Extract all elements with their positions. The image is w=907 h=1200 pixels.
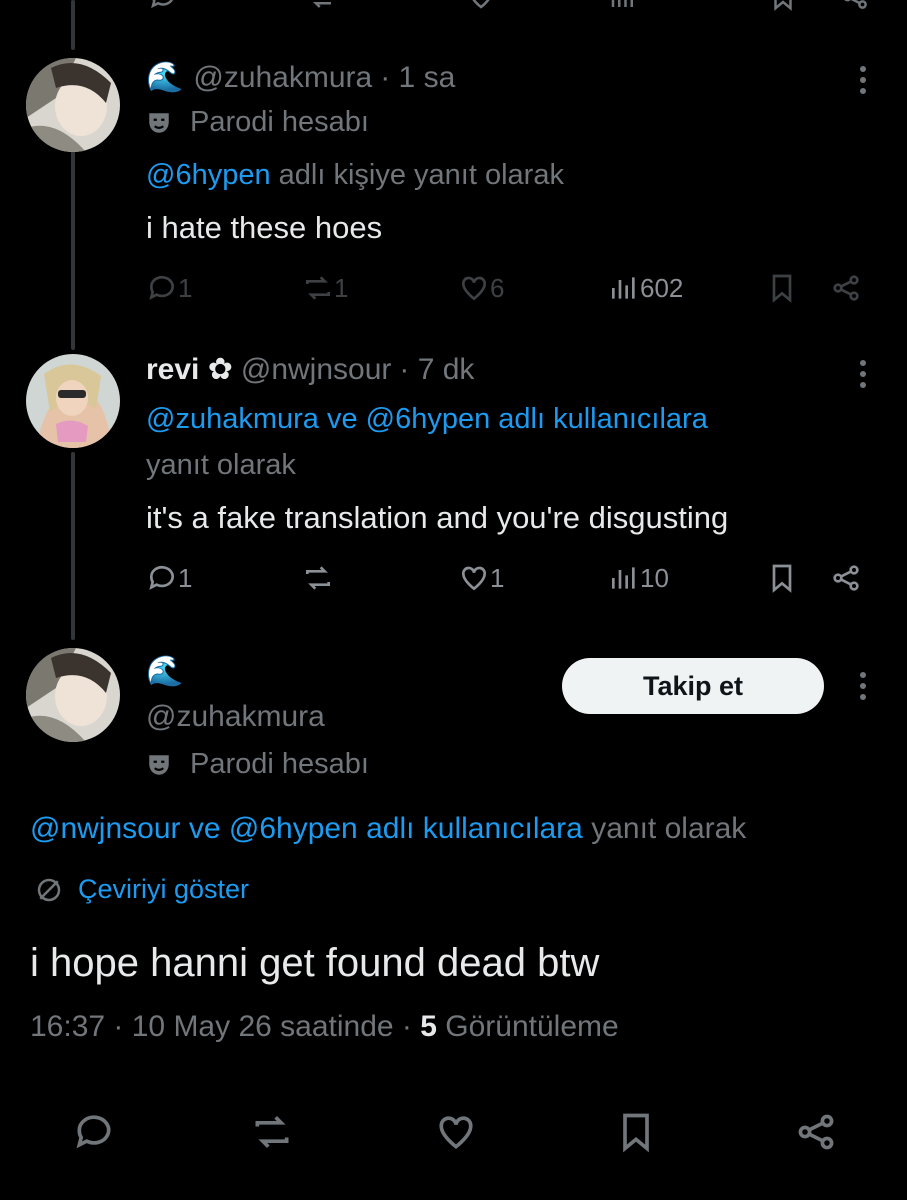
repost-button[interactable]: 1 — [302, 272, 348, 304]
reply-icon[interactable] — [148, 0, 178, 12]
parody-badge: Parodi hesabı — [146, 748, 369, 781]
reply-icon — [149, 565, 174, 590]
bookmark-button[interactable] — [614, 1110, 658, 1159]
main-handle-line: @zuhakmura — [146, 700, 325, 734]
share-icon — [833, 565, 859, 591]
translate-label[interactable]: Çeviriyi göster — [78, 874, 249, 905]
reply-count: 1 — [178, 272, 193, 303]
repost-count: 1 — [334, 272, 349, 303]
bookmark-icon — [623, 1113, 649, 1153]
handle[interactable]: @nwjnsour — [241, 353, 392, 387]
display-name-emoji[interactable]: 🌊 — [146, 60, 183, 95]
like-button[interactable]: 6 — [458, 272, 504, 304]
like-button[interactable] — [434, 1110, 478, 1159]
mention-links[interactable]: @zuhakmura ve @6hypen adlı kullanıcılara — [146, 396, 708, 442]
repost-icon — [306, 566, 330, 590]
parody-label: Parodi hesabı — [190, 106, 369, 138]
more-icon[interactable] — [853, 360, 873, 393]
share-button[interactable] — [830, 272, 862, 304]
translate-icon — [37, 878, 61, 901]
repost-button[interactable] — [302, 562, 334, 594]
parody-mask-icon — [149, 112, 169, 133]
avatar[interactable] — [26, 648, 120, 742]
more-icon[interactable] — [853, 672, 873, 705]
views-icon[interactable] — [608, 0, 638, 12]
action-bar: 1 1 6 602 — [146, 272, 866, 312]
views-icon — [612, 277, 635, 299]
mention-link[interactable]: @6hypen — [146, 159, 271, 191]
timestamp[interactable]: · 7 dk — [399, 353, 474, 387]
reply-button[interactable] — [72, 1110, 116, 1159]
reply-icon — [149, 275, 174, 300]
handle[interactable]: @zuhakmura — [146, 700, 325, 734]
bookmark-icon[interactable] — [768, 0, 798, 12]
share-icon — [798, 1114, 834, 1150]
share-icon — [833, 275, 859, 301]
repost-icon[interactable] — [306, 0, 336, 12]
reply1-header: 🌊 @zuhakmura · 1 sa — [146, 60, 455, 95]
like-icon — [461, 276, 487, 301]
like-count: 6 — [490, 272, 505, 303]
main-action-bar — [0, 1110, 907, 1160]
views-button[interactable]: 10 — [608, 562, 669, 594]
timestamp[interactable]: · 1 sa — [380, 61, 455, 95]
views-count: 10 — [640, 562, 669, 593]
tweet-text: i hope hanni get found dead btw — [30, 941, 600, 985]
share-icon[interactable] — [840, 0, 870, 12]
action-bar: 1 1 10 — [146, 562, 866, 602]
repost-button[interactable] — [250, 1110, 294, 1159]
display-name-emoji[interactable]: 🌊 — [146, 654, 183, 689]
avatar[interactable] — [26, 58, 120, 152]
mention-links[interactable]: @nwjnsour ve @6hypen adlı kullanıcılara — [30, 812, 583, 845]
reply-context-text: yanıt olarak — [591, 812, 747, 845]
top-partial-actions — [0, 0, 907, 14]
display-name[interactable]: revi ✿ — [146, 352, 233, 387]
reply2-header: revi ✿ @nwjnsour · 7 dk — [146, 352, 474, 387]
like-button[interactable]: 1 — [458, 562, 504, 594]
views-label: Görüntüleme — [445, 1010, 619, 1043]
reply-context-text: adlı kişiye yanıt olarak — [278, 159, 564, 191]
repost-icon — [306, 276, 330, 300]
parody-label: Parodi hesabı — [190, 748, 369, 780]
views-count: 602 — [640, 272, 684, 303]
tweet-text: it's a fake translation and you're disgu… — [146, 500, 729, 535]
bookmark-icon — [772, 564, 792, 593]
like-count: 1 — [490, 562, 505, 593]
reply-button[interactable]: 1 — [146, 562, 192, 594]
timestamp[interactable]: 16:37 · 10 May 26 saatinde · — [30, 1010, 412, 1043]
like-icon — [439, 1116, 473, 1149]
reply-count: 1 — [178, 562, 193, 593]
bookmark-icon — [772, 274, 792, 303]
tweet-text: i hate these hoes — [146, 210, 383, 245]
parody-badge: Parodi hesabı — [146, 106, 369, 139]
share-button[interactable] — [830, 562, 862, 594]
reply-icon — [76, 1115, 111, 1149]
views-button[interactable]: 602 — [608, 272, 683, 304]
follow-button[interactable]: Takip et — [562, 658, 824, 714]
views-icon — [612, 567, 635, 589]
views-count: 5 — [420, 1010, 437, 1043]
bookmark-button[interactable] — [766, 272, 798, 304]
thread-line — [71, 0, 75, 50]
reply-context: @nwjnsour ve @6hypen adlı kullanıcılara … — [30, 812, 746, 846]
show-translation-link[interactable]: Çeviriyi göster — [34, 874, 249, 905]
main-display-name: 🌊 — [146, 654, 193, 689]
handle[interactable]: @zuhakmura — [193, 61, 372, 95]
like-icon[interactable] — [466, 0, 496, 12]
like-icon — [461, 566, 487, 591]
more-icon[interactable] — [853, 66, 873, 99]
share-button[interactable] — [794, 1110, 838, 1159]
parody-mask-icon — [149, 754, 169, 775]
reply-context: @6hypen adlı kişiye yanıt olarak — [146, 152, 564, 198]
reply-button[interactable]: 1 — [146, 272, 192, 304]
avatar[interactable] — [26, 354, 120, 448]
reply-context-text: yanıt olarak — [146, 449, 296, 481]
tweet-meta: 16:37 · 10 May 26 saatinde · 5 Görüntüle… — [30, 1010, 619, 1044]
thread-line — [71, 150, 75, 350]
bookmark-button[interactable] — [766, 562, 798, 594]
thread-line — [71, 452, 75, 640]
repost-icon — [255, 1116, 289, 1148]
reply-context: @zuhakmura ve @6hypen adlı kullanıcılara… — [146, 396, 708, 488]
